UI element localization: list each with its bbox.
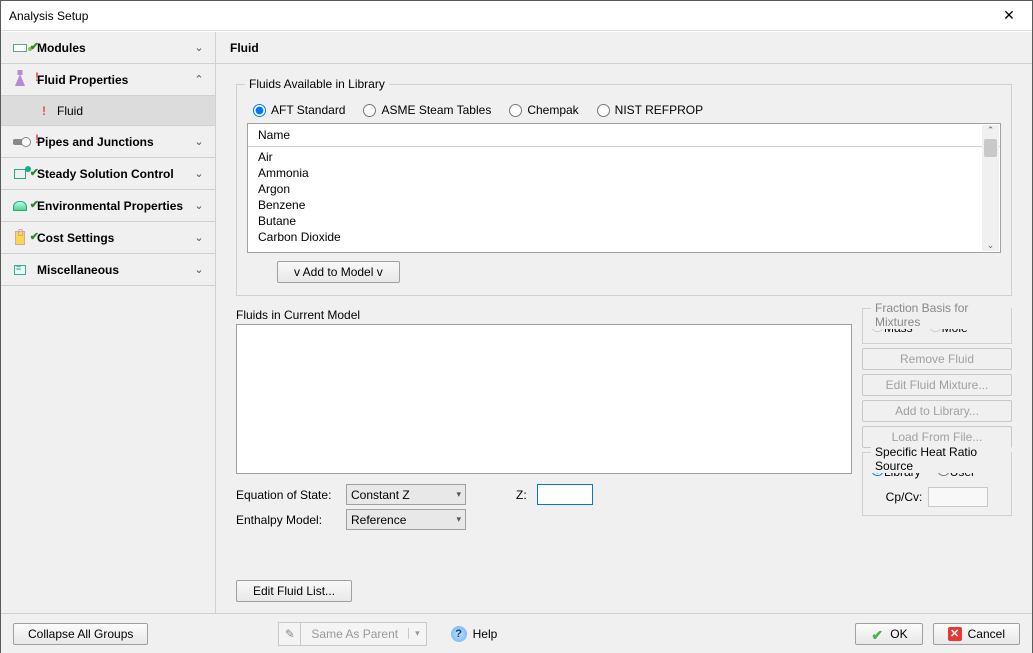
modules-icon: ✔ bbox=[9, 40, 31, 56]
list-item[interactable]: Ammonia bbox=[258, 165, 990, 181]
sidebar-item-label: Pipes and Junctions bbox=[37, 135, 185, 149]
sidebar-item-cost-settings[interactable]: ✔ Cost Settings ⌄ bbox=[1, 222, 215, 254]
eos-label: Equation of State: bbox=[236, 488, 336, 502]
collapse-all-button[interactable]: Collapse All Groups bbox=[13, 623, 148, 645]
close-icon bbox=[948, 627, 962, 641]
group-label: Fluids Available in Library bbox=[245, 77, 389, 91]
list-item[interactable]: Benzene bbox=[258, 197, 990, 213]
warning-icon: ! bbox=[37, 104, 51, 118]
heat-ratio-group: Specific Heat Ratio Source Library User … bbox=[862, 452, 1012, 516]
radio-nist-refprop[interactable]: NIST REFPROP bbox=[597, 103, 703, 117]
list-item[interactable]: Butane bbox=[258, 213, 990, 229]
add-to-model-button[interactable]: v Add to Model v bbox=[277, 261, 400, 283]
list-item[interactable]: Air bbox=[258, 149, 990, 165]
content-body: Fluids Available in Library AFT Standard… bbox=[216, 64, 1032, 614]
fluids-library-group: Fluids Available in Library AFT Standard… bbox=[236, 84, 1012, 296]
chevron-down-icon: ⌄ bbox=[191, 167, 207, 180]
radio-chempak[interactable]: Chempak bbox=[509, 103, 578, 117]
z-input[interactable] bbox=[537, 484, 593, 505]
group-label: Fraction Basis for Mixtures bbox=[871, 301, 1011, 329]
sidebar-item-label: Miscellaneous bbox=[37, 263, 185, 277]
page-title: Fluid bbox=[230, 41, 259, 55]
environment-icon: ✔ bbox=[9, 198, 31, 214]
edit-mixture-button: Edit Fluid Mixture... bbox=[862, 374, 1012, 396]
fluid-list-items: Air Ammonia Argon Benzene Butane Carbon … bbox=[248, 147, 1000, 247]
title-bar: Analysis Setup ✕ bbox=[1, 1, 1032, 31]
sidebar-item-label: Environmental Properties bbox=[37, 199, 185, 213]
source-radio-row: AFT Standard ASME Steam Tables Chempak N… bbox=[247, 103, 1001, 117]
fraction-basis-group: Fraction Basis for Mixtures Mass Mole bbox=[862, 308, 1012, 344]
scrollbar[interactable] bbox=[982, 125, 999, 251]
sidebar-item-miscellaneous[interactable]: Miscellaneous ⌄ bbox=[1, 254, 215, 286]
radio-asme-steam[interactable]: ASME Steam Tables bbox=[363, 103, 491, 117]
window-title: Analysis Setup bbox=[9, 9, 994, 23]
ok-button[interactable]: OK bbox=[855, 623, 922, 645]
chevron-down-icon: ▾ bbox=[456, 489, 461, 500]
flask-icon: ! bbox=[9, 72, 31, 88]
sidebar-item-label: Fluid Properties bbox=[37, 73, 185, 87]
chevron-down-icon: ▾ bbox=[456, 514, 461, 525]
check-icon bbox=[870, 627, 884, 641]
sidebar-item-modules[interactable]: ✔ Modules ⌄ bbox=[1, 32, 215, 64]
misc-icon bbox=[9, 262, 31, 278]
chevron-down-icon: ▾ bbox=[408, 628, 426, 639]
sidebar-item-steady-solution[interactable]: ✔ Steady Solution Control ⌄ bbox=[1, 158, 215, 190]
cost-icon: ✔ bbox=[9, 230, 31, 246]
close-icon[interactable]: ✕ bbox=[994, 7, 1024, 24]
remove-fluid-button: Remove Fluid bbox=[862, 348, 1012, 370]
list-item[interactable]: Argon bbox=[258, 181, 990, 197]
sidebar-item-label: Steady Solution Control bbox=[37, 167, 185, 181]
radio-aft-standard[interactable]: AFT Standard bbox=[253, 103, 345, 117]
solution-icon: ✔ bbox=[9, 166, 31, 182]
same-as-parent-dropdown[interactable]: ✎ Same As Parent ▾ bbox=[278, 622, 426, 646]
add-to-library-button: Add to Library... bbox=[862, 400, 1012, 422]
content-panel: Fluid Fluids Available in Library AFT St… bbox=[216, 32, 1032, 613]
chevron-down-icon: ⌄ bbox=[191, 263, 207, 276]
z-label: Z: bbox=[516, 488, 527, 502]
current-model-list[interactable] bbox=[236, 324, 852, 474]
sidebar-item-label: Modules bbox=[37, 41, 185, 55]
sidebar-subitem-fluid[interactable]: ! Fluid bbox=[1, 96, 215, 126]
footer: Collapse All Groups ✎ Same As Parent ▾ H… bbox=[1, 613, 1032, 653]
main-area: ✔ Modules ⌄ ! Fluid Properties ⌃ ! Fluid… bbox=[1, 31, 1032, 613]
help-button[interactable]: Help bbox=[437, 623, 512, 645]
chevron-down-icon: ⌄ bbox=[191, 199, 207, 212]
chevron-down-icon: ⌄ bbox=[191, 135, 207, 148]
column-header-name: Name bbox=[248, 124, 1000, 147]
chevron-down-icon: ⌄ bbox=[191, 41, 207, 54]
sidebar-item-label: Cost Settings bbox=[37, 231, 185, 245]
group-label: Specific Heat Ratio Source bbox=[871, 445, 1011, 473]
eos-select[interactable]: Constant Z ▾ bbox=[346, 484, 466, 505]
sidebar: ✔ Modules ⌄ ! Fluid Properties ⌃ ! Fluid… bbox=[1, 32, 216, 613]
chevron-down-icon: ⌄ bbox=[191, 231, 207, 244]
edit-icon: ✎ bbox=[279, 623, 301, 645]
cancel-button[interactable]: Cancel bbox=[933, 623, 1020, 645]
list-item[interactable]: Carbon Dioxide bbox=[258, 229, 990, 245]
cpcv-input bbox=[928, 487, 988, 507]
chevron-up-icon: ⌃ bbox=[191, 73, 207, 86]
fluid-library-list[interactable]: Name Air Ammonia Argon Benzene Butane Ca… bbox=[247, 123, 1001, 253]
help-icon bbox=[451, 626, 467, 642]
sidebar-item-pipes-junctions[interactable]: ! Pipes and Junctions ⌄ bbox=[1, 126, 215, 158]
current-model-label: Fluids in Current Model bbox=[236, 308, 852, 322]
cpcv-label: Cp/Cv: bbox=[886, 490, 923, 504]
sidebar-subitem-label: Fluid bbox=[57, 104, 83, 118]
enthalpy-label: Enthalpy Model: bbox=[236, 513, 336, 527]
content-header: Fluid bbox=[216, 32, 1032, 64]
pipes-icon: ! bbox=[9, 134, 31, 150]
sidebar-item-fluid-properties[interactable]: ! Fluid Properties ⌃ bbox=[1, 64, 215, 96]
edit-fluid-list-button[interactable]: Edit Fluid List... bbox=[236, 580, 352, 602]
enthalpy-select[interactable]: Reference ▾ bbox=[346, 509, 466, 530]
sidebar-item-environmental[interactable]: ✔ Environmental Properties ⌄ bbox=[1, 190, 215, 222]
